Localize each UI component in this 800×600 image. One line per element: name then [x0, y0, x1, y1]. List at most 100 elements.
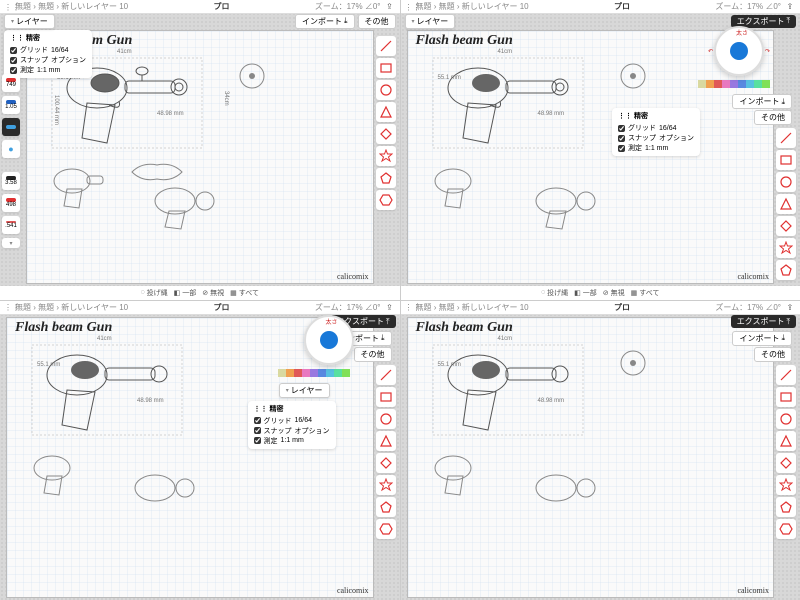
app-mode-label[interactable]: プロ [128, 302, 315, 313]
tool-lasso[interactable]: ◌投げ縄 [140, 288, 167, 298]
import-button[interactable]: インポート⤓ [732, 94, 792, 109]
tool-all[interactable]: ▦すべて [631, 288, 660, 298]
grip-icon[interactable]: ⋮⋮ [405, 303, 413, 311]
other-button[interactable]: その他 [754, 110, 792, 125]
zoom-label[interactable]: ズーム：17% ∠0° [715, 1, 781, 12]
layer-dropdown[interactable]: ▾レイヤー [279, 383, 330, 398]
tool-lasso[interactable]: ◌投げ縄 [541, 288, 568, 298]
import-button[interactable]: インポート⤓ [732, 331, 792, 346]
grip-icon[interactable]: ⋮⋮ [4, 303, 12, 311]
shape-star[interactable] [376, 146, 396, 166]
pen-tool-black[interactable]: 3.58 [2, 172, 20, 190]
tool-all[interactable]: ▦すべて [230, 288, 259, 298]
export-button[interactable]: エクスポート⤒ [731, 315, 796, 328]
shape-line[interactable] [776, 365, 796, 385]
shape-line[interactable] [776, 128, 796, 148]
shape-triangle[interactable] [776, 194, 796, 214]
picker-hub[interactable] [730, 42, 748, 60]
share-icon[interactable]: ⇪ [384, 301, 396, 313]
top-bar: ⋮⋮ 無題 › 無題 › 新しいレイヤー 10 プロ ズーム：17% ∠0° ⇪ [0, 301, 400, 315]
tool-partial[interactable]: ◧一部 [574, 288, 597, 298]
grip-icon[interactable]: ⋮⋮ [4, 3, 12, 11]
shape-rect[interactable] [776, 387, 796, 407]
upload-icon: ⤒ [386, 317, 390, 327]
grip-icon[interactable]: ⋮⋮ [405, 3, 413, 11]
shape-diamond[interactable] [776, 216, 796, 236]
app-mode-label[interactable]: プロ [128, 1, 315, 12]
other-button[interactable]: その他 [754, 347, 792, 362]
shape-hexagon[interactable] [376, 519, 396, 539]
measure-checkbox[interactable] [10, 67, 17, 74]
breadcrumb[interactable]: 無題 › 無題 › 新しいレイヤー 10 [15, 1, 128, 12]
pen-tool-selected[interactable] [2, 118, 20, 136]
radial-color-picker[interactable]: 太さ ↶ ↷ [714, 26, 764, 76]
shape-star[interactable] [776, 475, 796, 495]
shape-line[interactable] [376, 365, 396, 385]
shape-pentagon[interactable] [776, 260, 796, 280]
snap-checkbox[interactable] [10, 57, 17, 64]
pen-tool-thin[interactable]: .541 [2, 216, 20, 234]
breadcrumb[interactable]: 無題 › 無題 › 新しいレイヤー 10 [416, 302, 529, 313]
shape-rect[interactable] [776, 150, 796, 170]
share-icon[interactable]: ⇪ [784, 301, 796, 313]
shape-rect[interactable] [376, 58, 396, 78]
shape-circle[interactable] [376, 409, 396, 429]
shape-star[interactable] [776, 238, 796, 258]
color-picker-dot[interactable]: ● [2, 140, 20, 158]
shape-triangle[interactable] [376, 102, 396, 122]
pen-tool-red[interactable]: 749 [2, 74, 20, 92]
precision-header[interactable]: ⋮⋮精密 [618, 111, 694, 121]
layer-dropdown[interactable]: ▾レイヤー [4, 14, 55, 29]
pen-tool-red2[interactable]: 498 [2, 194, 20, 212]
shape-hexagon[interactable] [376, 190, 396, 210]
chevron-down-icon: ▾ [412, 18, 415, 25]
grid-row[interactable]: グリッド 16/64 [618, 123, 694, 133]
shape-diamond[interactable] [776, 453, 796, 473]
shape-triangle[interactable] [376, 431, 396, 451]
share-icon[interactable]: ⇪ [384, 1, 396, 13]
drawing-title: Flash beam Gun [416, 33, 513, 49]
app-mode-label[interactable]: プロ [529, 1, 716, 12]
layer-dropdown[interactable]: ▾レイヤー [405, 14, 456, 29]
shape-circle[interactable] [776, 409, 796, 429]
other-button[interactable]: その他 [354, 347, 392, 362]
expand-tools[interactable]: ▾ [2, 238, 20, 248]
shape-diamond[interactable] [376, 124, 396, 144]
tool-partial[interactable]: ◧一部 [174, 288, 197, 298]
shape-circle[interactable] [776, 172, 796, 192]
shape-diamond[interactable] [376, 453, 396, 473]
shape-star[interactable] [376, 475, 396, 495]
drawing-canvas[interactable]: Flash beam Gun 41cm 55.1 mm 48.98 mm cal… [407, 317, 775, 599]
shape-hexagon[interactable] [776, 519, 796, 539]
tool-ignore[interactable]: ⊘無視 [603, 288, 625, 298]
zoom-label[interactable]: ズーム：17% ∠0° [315, 302, 381, 313]
snap-row[interactable]: スナップ オプション [10, 55, 86, 65]
shape-pentagon[interactable] [376, 168, 396, 188]
shape-pentagon[interactable] [376, 497, 396, 517]
tool-ignore[interactable]: ⊘無視 [202, 288, 224, 298]
shape-pentagon[interactable] [776, 497, 796, 517]
pen-tool-blue[interactable]: 1.05 [2, 96, 20, 114]
zoom-label[interactable]: ズーム：17% ∠0° [315, 1, 381, 12]
top-bar: ⋮⋮ 無題 › 無題 › 新しいレイヤー 10 プロ ズーム：17% ∠0° ⇪ [401, 0, 800, 14]
grid-checkbox[interactable] [10, 47, 17, 54]
precision-header[interactable]: ⋮⋮精密 [10, 33, 86, 43]
swatch-strip[interactable] [278, 369, 350, 377]
breadcrumb[interactable]: 無題 › 無題 › 新しいレイヤー 10 [15, 302, 128, 313]
import-button[interactable]: インポート⤓ [295, 14, 355, 29]
measure-row[interactable]: 測定 1:1 mm [618, 143, 694, 153]
breadcrumb[interactable]: 無題 › 無題 › 新しいレイヤー 10 [416, 1, 529, 12]
swatch-strip[interactable] [698, 80, 770, 88]
radial-color-picker[interactable]: 太さ [304, 315, 354, 365]
app-mode-label[interactable]: プロ [529, 302, 716, 313]
shape-triangle[interactable] [776, 431, 796, 451]
shape-rect[interactable] [376, 387, 396, 407]
tool-sidebar: 749 1.05 ● 3.58 498 .541 ▾ [2, 74, 22, 248]
shape-circle[interactable] [376, 80, 396, 100]
share-icon[interactable]: ⇪ [784, 1, 796, 13]
zoom-label[interactable]: ズーム：17% ∠0° [715, 302, 781, 313]
other-button[interactable]: その他 [358, 14, 396, 29]
shape-line[interactable] [376, 36, 396, 56]
grid-row[interactable]: グリッド 16/64 [10, 45, 86, 55]
snap-row[interactable]: スナップ オプション [618, 133, 694, 143]
